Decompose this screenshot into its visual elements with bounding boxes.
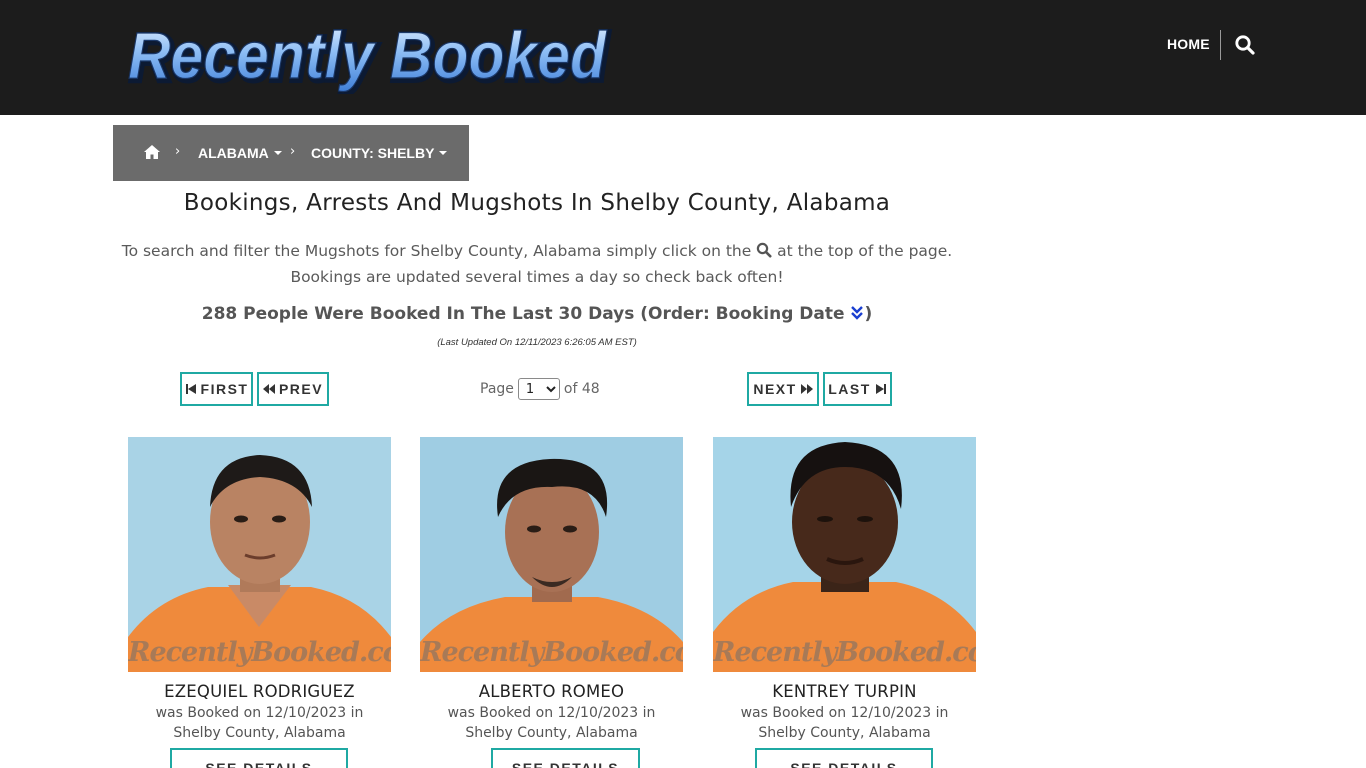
breadcrumb-separator-icon: › (290, 144, 296, 159)
breadcrumb-state-label: ALABAMA (198, 145, 269, 161)
booking-count: 288 People Were Booked In The Last 30 Da… (113, 304, 961, 324)
fast-forward-icon (800, 384, 813, 394)
caret-down-icon (439, 151, 448, 156)
mugshot-photo[interactable]: RecentlyBooked.com (128, 437, 391, 672)
first-page-button[interactable]: FIRST (180, 372, 253, 406)
intro-text-after: at the top of the page. (777, 242, 953, 260)
inmate-name[interactable]: KENTREY TURPIN (713, 682, 976, 701)
nav-divider (1220, 30, 1221, 60)
booking-card[interactable]: RecentlyBooked.com EZEQUIEL RODRIGUEZ wa… (128, 437, 391, 768)
next-page-button[interactable]: NEXT (747, 372, 819, 406)
breadcrumb-county-label: COUNTY: SHELBY (311, 145, 435, 161)
last-updated: (Last Updated On 12/11/2023 6:26:05 AM E… (437, 337, 637, 348)
logo-image: Recently Booked Recently Booked (127, 18, 612, 94)
step-forward-icon (875, 384, 886, 394)
booking-location-text: Shelby County, Alabama (173, 725, 346, 741)
site-logo[interactable]: Recently Booked Recently Booked (126, 18, 616, 94)
booking-date-text: was Booked on 12/10/2023 in (447, 705, 656, 721)
booking-location-text: Shelby County, Alabama (758, 725, 931, 741)
breadcrumb-county-dropdown[interactable]: COUNTY: SHELBY (311, 145, 448, 161)
booking-description: was Booked on 12/10/2023 in Shelby Count… (128, 703, 391, 743)
inmate-name[interactable]: EZEQUIEL RODRIGUEZ (128, 682, 391, 701)
first-page-label: FIRST (200, 381, 249, 397)
last-page-button[interactable]: LAST (823, 372, 892, 406)
search-icon[interactable] (756, 240, 772, 258)
nav-home-link[interactable]: HOME (1167, 36, 1210, 52)
watermark-text: RecentlyBooked.com (128, 637, 391, 668)
caret-down-icon (273, 151, 282, 156)
site-header: Recently Booked Recently Booked HOME (0, 0, 1366, 115)
see-details-button[interactable]: SEE DETAILS (491, 748, 640, 768)
page-title: Bookings, Arrests And Mugshots In Shelby… (183, 190, 891, 216)
intro-text: To search and filter the Mugshots for Sh… (113, 238, 961, 290)
prev-page-button[interactable]: PREV (257, 372, 329, 406)
inmate-name[interactable]: ALBERTO ROMEO (420, 682, 683, 701)
logo-text: Recently Booked (128, 18, 607, 92)
mugshot-photo[interactable]: RecentlyBooked.com (420, 437, 683, 672)
watermark-text: RecentlyBooked.com (420, 637, 683, 668)
booking-count-text: 288 People Were Booked In The Last 30 Da… (201, 304, 845, 324)
double-chevron-down-icon[interactable] (850, 305, 864, 321)
page-suffix: of 48 (563, 381, 600, 397)
booking-description: was Booked on 12/10/2023 in Shelby Count… (420, 703, 683, 743)
booking-date-text: was Booked on 12/10/2023 in (155, 705, 364, 721)
page-prefix: Page (480, 381, 514, 397)
booking-card[interactable]: RecentlyBooked.com KENTREY TURPIN was Bo… (713, 437, 976, 768)
last-page-label: LAST (828, 381, 871, 397)
booking-card[interactable]: RecentlyBooked.com ALBERTO ROMEO was Boo… (420, 437, 683, 768)
breadcrumb-separator-icon: › (175, 144, 181, 159)
next-page-label: NEXT (753, 381, 797, 397)
watermark-text: RecentlyBooked.com (713, 637, 976, 668)
step-backward-icon (185, 384, 196, 394)
prev-page-label: PREV (278, 381, 324, 397)
home-icon[interactable] (143, 143, 161, 161)
booking-description: was Booked on 12/10/2023 in Shelby Count… (713, 703, 976, 743)
see-details-button[interactable]: SEE DETAILS (170, 748, 348, 768)
booking-date-text: was Booked on 12/10/2023 in (740, 705, 949, 721)
booking-count-close: ) (864, 304, 873, 324)
breadcrumb-state-dropdown[interactable]: ALABAMA (198, 145, 282, 161)
see-details-button[interactable]: SEE DETAILS (755, 748, 933, 768)
intro-text-before: To search and filter the Mugshots for Sh… (121, 242, 752, 260)
mugshot-photo[interactable]: RecentlyBooked.com (713, 437, 976, 672)
page-selector: Page 1 of 48 (480, 378, 600, 400)
intro-text-line2: Bookings are updated several times a day… (290, 268, 784, 286)
breadcrumb: › ALABAMA › COUNTY: SHELBY (113, 125, 469, 181)
search-icon[interactable] (1234, 34, 1256, 56)
booking-location-text: Shelby County, Alabama (465, 725, 638, 741)
page-select[interactable]: 1 (517, 378, 560, 400)
fast-backward-icon (262, 384, 275, 394)
